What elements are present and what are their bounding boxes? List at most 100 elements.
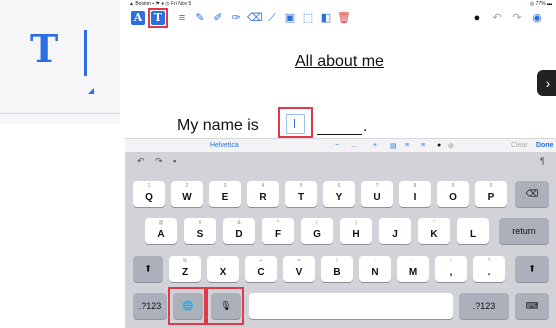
key-a[interactable]: @ A <box>145 218 177 244</box>
numbers-label: .?123 <box>472 301 496 311</box>
key-label: S <box>196 229 204 240</box>
pen-icon[interactable]: ✎ <box>193 11 207 25</box>
space-key[interactable] <box>249 293 453 319</box>
status-left: ▲ Boston ▪ ⚑ ♦ ◷ Fri Nov 5 <box>129 1 192 7</box>
size-plus-button[interactable]: + <box>373 142 377 149</box>
align-center-icon[interactable]: ≡ <box>405 142 409 149</box>
done-button[interactable]: Done <box>536 142 554 149</box>
key-v[interactable]: = V <box>283 256 315 282</box>
hide-keyboard-key[interactable]: ⌨ <box>515 293 549 319</box>
selection-icon[interactable]: ⬚ <box>301 11 315 25</box>
key-k[interactable]: " K <box>418 218 450 244</box>
key-period[interactable]: ?. <box>473 256 505 282</box>
shift-key-right[interactable]: ⬆ <box>515 256 549 282</box>
redo-icon[interactable]: ↷ <box>155 156 163 167</box>
key-hint: 3 <box>223 183 227 189</box>
audio-icon[interactable]: ◧ <box>319 11 333 25</box>
image-icon[interactable]: ▣ <box>283 11 297 25</box>
key-label: N <box>371 267 379 278</box>
key-q[interactable]: 1Q <box>133 181 165 207</box>
undo-icon[interactable]: ↶ <box>490 11 504 25</box>
key-hint: & <box>237 220 241 226</box>
resize-corner-icon <box>88 88 94 94</box>
zoom-inset: T <box>0 0 120 124</box>
paste-icon[interactable]: ▪ <box>173 156 176 166</box>
key-s[interactable]: # S <box>184 218 216 244</box>
format-bar: Helvetica − ... + ▤ ≡ ≡ ● ⊘ Clear Done <box>125 138 556 153</box>
key-x[interactable]: -X <box>207 256 239 282</box>
backspace-key[interactable]: ⌫ <box>515 181 549 207</box>
return-label: return <box>512 226 536 236</box>
key-e[interactable]: 3E <box>209 181 241 207</box>
key-label: U <box>373 192 381 203</box>
font-name[interactable]: Helvetica <box>210 142 239 149</box>
key-hint: 6 <box>337 183 341 189</box>
key-label: M <box>408 267 418 278</box>
key-label: L <box>469 229 477 240</box>
key-f[interactable]: * F <box>262 218 294 244</box>
key-j[interactable]: ' J <box>379 218 411 244</box>
key-label: B <box>333 267 341 278</box>
key-label: Y <box>335 192 343 203</box>
key-r[interactable]: 4R <box>247 181 279 207</box>
status-bar: ▲ Boston ▪ ⚑ ♦ ◷ Fri Nov 5 ◎ 77% ▬ <box>125 0 556 8</box>
color-dot-icon[interactable]: ● <box>470 11 484 25</box>
return-key[interactable]: return <box>499 218 549 244</box>
numbers-label: .?123 <box>138 301 162 311</box>
key-t[interactable]: 5T <box>285 181 317 207</box>
key-n[interactable]: ; N <box>359 256 391 282</box>
key-hint: ! <box>450 258 452 264</box>
key-m[interactable]: :M <box>397 256 429 282</box>
numbers-key-right[interactable]: .?123 <box>459 293 509 319</box>
key-hint: + <box>259 258 263 264</box>
key-hint: 0 <box>489 183 493 189</box>
key-b[interactable]: / B <box>321 256 353 282</box>
blank-line <box>317 134 362 135</box>
key-z[interactable]: % Z <box>169 256 201 282</box>
trash-icon[interactable]: 🗑 <box>337 11 351 25</box>
key-hint: 9 <box>451 183 455 189</box>
key-hint: 4 <box>261 183 265 189</box>
sentence-suffix: . <box>363 118 368 135</box>
marker-icon[interactable]: ✐ <box>211 11 225 25</box>
key-d[interactable]: & D <box>223 218 255 244</box>
key-label: G <box>313 229 321 240</box>
key-u[interactable]: 7U <box>361 181 393 207</box>
numbers-key-left[interactable]: .?123 <box>133 293 167 319</box>
clear-button[interactable]: Clear <box>511 142 528 149</box>
shift-key-left[interactable]: ⬆ <box>133 256 163 282</box>
key-label: F <box>274 229 282 240</box>
no-fill-icon[interactable]: ⊘ <box>448 142 454 150</box>
key-comma[interactable]: !, <box>435 256 467 282</box>
key-l[interactable]: L <box>457 218 489 244</box>
undo-icon[interactable]: ↶ <box>137 156 145 167</box>
align-left-icon[interactable]: ▤ <box>390 142 397 150</box>
size-minus-button[interactable]: − <box>335 142 339 149</box>
format-icon[interactable]: ¶ <box>540 156 545 166</box>
key-o[interactable]: 9O <box>437 181 469 207</box>
highlighter-icon[interactable]: ✑ <box>229 11 243 25</box>
key-label: W <box>182 192 192 203</box>
line-tool-icon[interactable]: ⟋ <box>265 11 279 25</box>
text-color-icon[interactable]: ● <box>437 142 441 149</box>
lines-icon[interactable]: ≡ <box>175 11 189 25</box>
key-c[interactable]: + C <box>245 256 277 282</box>
key-y[interactable]: 6Y <box>323 181 355 207</box>
next-page-button[interactable]: › <box>537 70 556 96</box>
key-hint: " <box>433 220 435 226</box>
redo-icon[interactable]: ↷ <box>510 11 524 25</box>
highlight-box <box>206 287 244 325</box>
size-value: ... <box>351 142 357 149</box>
key-h[interactable]: ) H <box>340 218 372 244</box>
eraser-icon[interactable]: ⌫ <box>247 11 263 25</box>
key-label: , <box>449 267 453 278</box>
text-style-a-button[interactable]: A <box>131 11 145 25</box>
key-w[interactable]: 2W <box>171 181 203 207</box>
settings-icon[interactable]: ◉ <box>530 11 544 25</box>
key-g[interactable]: (G <box>301 218 333 244</box>
key-i[interactable]: 8I <box>399 181 431 207</box>
backspace-icon: ⌫ <box>525 188 539 199</box>
key-p[interactable]: 0P <box>475 181 507 207</box>
key-hint: : <box>412 258 414 264</box>
align-right-icon[interactable]: ≡ <box>421 142 425 149</box>
